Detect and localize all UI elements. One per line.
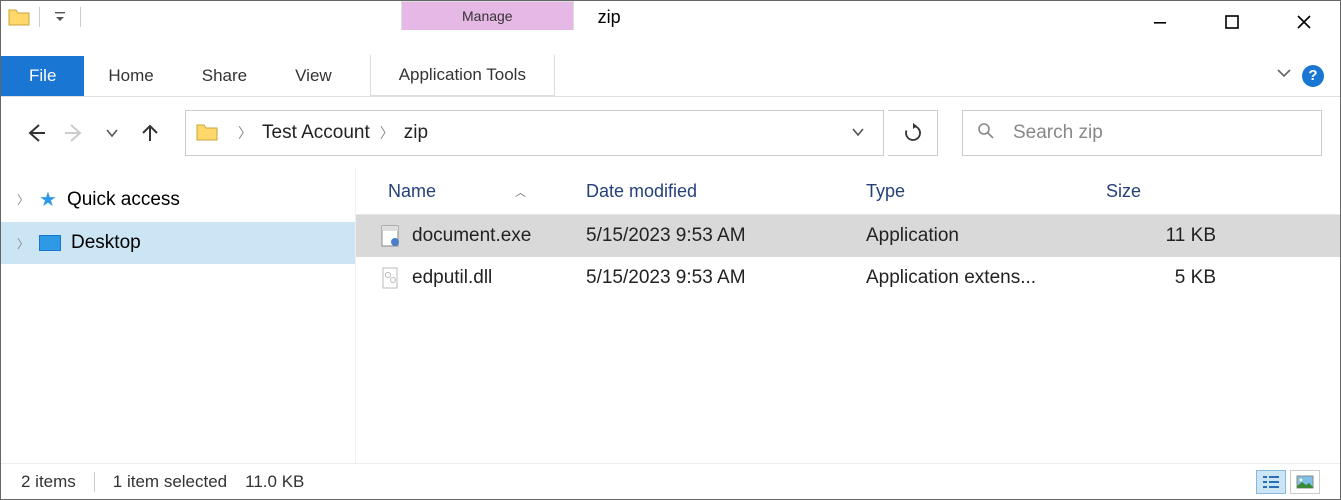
tab-application-tools[interactable]: Application Tools [370,55,555,96]
status-item-count: 2 items [21,472,76,492]
minimize-button[interactable] [1124,1,1196,43]
file-name: document.exe [412,225,531,247]
exe-icon [380,225,402,247]
title-bar: Manage zip [1,1,1340,55]
desktop-icon [39,235,61,251]
column-headers: Name ︿ Date modified Type Size [356,169,1340,215]
chevron-right-icon[interactable]: 〉 [238,123,252,143]
file-row[interactable]: document.exe 5/15/2023 9:53 AM Applicati… [356,215,1340,257]
search-placeholder: Search zip [1013,122,1103,144]
tab-home[interactable]: Home [84,56,177,96]
back-button[interactable] [19,116,53,150]
forward-button[interactable] [57,116,91,150]
ribbon: File Home Share View Application Tools ? [1,55,1340,97]
chevron-right-icon[interactable]: 〉 [380,123,394,143]
column-header-type[interactable]: Type [856,169,1096,214]
close-button[interactable] [1268,1,1340,43]
navigation-row: 〉 Test Account 〉 zip Search zip [1,97,1340,169]
folder-icon [196,122,218,144]
manage-tab[interactable]: Manage [401,1,574,30]
star-icon: ★ [39,187,57,212]
dll-icon [380,267,402,289]
chevron-right-icon[interactable]: 〉 [17,191,29,208]
divider [80,7,81,27]
file-list: Name ︿ Date modified Type Size document.… [356,169,1340,463]
sidebar-item-quick-access[interactable]: 〉 ★ Quick access [1,177,355,222]
chevron-down-icon[interactable] [1276,65,1292,86]
column-header-date[interactable]: Date modified [576,169,856,214]
file-type: Application extens... [856,261,1096,295]
file-tab[interactable]: File [1,56,84,96]
window-controls [1124,1,1340,43]
sidebar-item-label: Desktop [71,232,141,254]
file-name-cell: edputil.dll [356,261,576,295]
folder-icon [7,5,31,29]
divider [39,7,40,27]
search-box[interactable]: Search zip [962,110,1322,156]
thumbnails-view-button[interactable] [1290,470,1320,494]
qat-dropdown-icon[interactable] [48,5,72,29]
file-date: 5/15/2023 9:53 AM [576,219,856,253]
breadcrumb-segment[interactable]: zip [404,122,428,144]
sidebar-item-label: Quick access [67,189,180,211]
search-icon [977,122,995,145]
sidebar-item-desktop[interactable]: 〉 Desktop [1,222,355,264]
chevron-right-icon[interactable]: 〉 [17,235,29,252]
status-bar: 2 items 1 item selected 11.0 KB [1,463,1340,499]
maximize-button[interactable] [1196,1,1268,43]
address-dropdown-button[interactable] [837,125,879,142]
column-header-size[interactable]: Size [1096,169,1246,214]
file-type: Application [856,219,1096,253]
file-size: 11 KB [1096,219,1246,253]
explorer-window: Manage zip File Home Share View Applicat… [0,0,1341,500]
tab-share[interactable]: Share [178,56,271,96]
window-title: zip [598,1,621,28]
file-name-cell: document.exe [356,219,576,253]
file-size: 5 KB [1096,261,1246,295]
quick-access-toolbar [1,1,91,33]
address-bar[interactable]: 〉 Test Account 〉 zip [185,110,884,156]
file-row[interactable]: edputil.dll 5/15/2023 9:53 AM Applicatio… [356,257,1340,299]
view-switcher [1256,470,1320,494]
details-view-button[interactable] [1256,470,1286,494]
breadcrumb-segment[interactable]: Test Account [262,122,370,144]
status-selection-count: 1 item selected [113,472,227,492]
column-header-name[interactable]: Name ︿ [356,169,576,214]
status-selection-size: 11.0 KB [245,472,304,492]
file-date: 5/15/2023 9:53 AM [576,261,856,295]
ribbon-right: ? [1276,65,1340,87]
divider [94,472,95,492]
up-button[interactable] [133,116,167,150]
contextual-tab-group: Manage [401,1,574,30]
navigation-pane: 〉 ★ Quick access 〉 Desktop [1,169,356,463]
sort-asc-icon: ︿ [515,184,526,200]
recent-locations-button[interactable] [95,116,129,150]
body: 〉 ★ Quick access 〉 Desktop Name ︿ Date m… [1,169,1340,463]
file-name: edputil.dll [412,267,492,289]
column-label: Name [388,181,436,202]
refresh-button[interactable] [888,110,938,156]
tab-view[interactable]: View [271,56,356,96]
help-icon[interactable]: ? [1302,65,1324,87]
